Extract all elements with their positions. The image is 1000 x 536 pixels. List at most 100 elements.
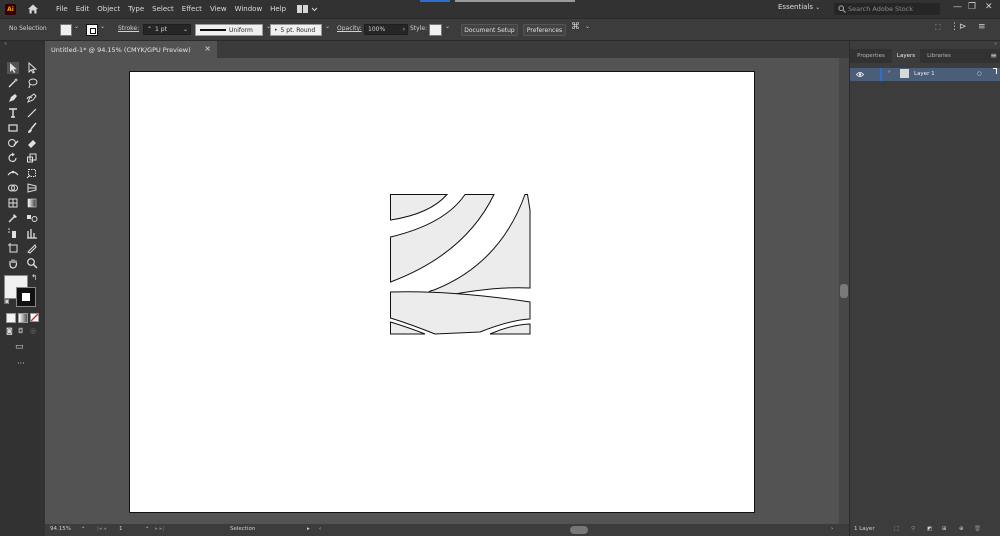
swap-colors-icon[interactable]: ↰ (31, 273, 38, 282)
opacity-field[interactable]: 100% › (364, 24, 408, 35)
horizontal-scroll-thumb[interactable] (570, 526, 588, 534)
selection-indicator[interactable] (993, 68, 997, 74)
menu-effect[interactable]: Effect (182, 5, 202, 13)
perspective-grid-icon[interactable] (26, 182, 38, 194)
gradient-mode-button[interactable] (18, 313, 28, 323)
close-icon[interactable]: × (204, 44, 211, 53)
scroll-left-icon[interactable]: ‹ (319, 526, 321, 532)
screen-mode-icon[interactable]: ▭ (15, 342, 24, 352)
scale-icon[interactable] (26, 152, 38, 164)
chevron-down-icon[interactable]: ⌄ (325, 23, 330, 30)
expand-layer-icon[interactable]: › (888, 69, 890, 75)
symbol-sprayer-icon[interactable] (7, 227, 19, 239)
eyedropper-icon[interactable] (7, 212, 19, 224)
stroke-color-box[interactable] (16, 287, 36, 307)
chevron-down-icon[interactable]: ⌄ (445, 23, 450, 30)
lasso-icon[interactable] (26, 77, 38, 89)
tab-properties[interactable]: Properties (852, 49, 890, 63)
rectangle-icon[interactable] (7, 122, 19, 134)
menu-window[interactable]: Window (235, 5, 263, 13)
direct-selection-tool-icon[interactable] (26, 62, 38, 74)
collapse-panel-icon[interactable]: » (994, 41, 997, 47)
edit-toolbar-icon[interactable]: ··· (17, 359, 25, 368)
stroke-swatch[interactable] (86, 24, 98, 36)
menu-view[interactable]: View (210, 5, 227, 13)
eye-icon[interactable] (856, 71, 864, 78)
stroke-label[interactable]: Stroke: (118, 25, 139, 32)
menu-object[interactable]: Object (97, 5, 120, 13)
document-tab[interactable]: Untitled-1* @ 94.15% (CMYK/GPU Preview) … (45, 41, 217, 58)
chevron-down-icon[interactable]: ⌄ (585, 23, 590, 30)
draw-normal-icon[interactable]: ◙ (6, 327, 13, 335)
magic-wand-icon[interactable] (7, 77, 19, 89)
zoom-icon[interactable] (26, 257, 38, 269)
fill-dropdown[interactable]: ⌄ (74, 23, 79, 30)
locate-object-icon[interactable]: ⚲ (911, 526, 915, 532)
shaper-icon[interactable] (7, 137, 19, 149)
rotate-icon[interactable] (7, 152, 19, 164)
pen-icon[interactable] (7, 92, 19, 104)
line-icon[interactable] (26, 107, 38, 119)
status-menu-icon[interactable]: ▸ (307, 526, 310, 532)
menu-help[interactable]: Help (270, 5, 286, 13)
menu-type[interactable]: Type (128, 5, 144, 13)
scroll-right-icon[interactable]: › (831, 526, 833, 532)
panel-menu-icon[interactable]: ≡ (990, 51, 997, 60)
zoom-level[interactable]: 94.15% (50, 526, 71, 532)
chevron-down-icon[interactable]: ⌄ (145, 524, 150, 530)
arrange-documents-button[interactable] (296, 3, 318, 15)
hand-icon[interactable] (7, 257, 19, 269)
artwork-band-1[interactable] (390, 194, 449, 221)
artboard-icon[interactable] (7, 242, 19, 254)
document-setup-button[interactable]: Document Setup (461, 24, 518, 36)
color-mode-button[interactable] (6, 313, 16, 323)
home-icon[interactable] (26, 2, 40, 16)
layer-row[interactable]: › Layer 1 ○ (850, 68, 1000, 81)
tab-layers[interactable]: Layers (892, 49, 920, 63)
type-icon[interactable] (7, 107, 19, 119)
artboard-number[interactable]: 1 (119, 526, 123, 532)
chevron-down-icon[interactable]: ⌄ (81, 524, 86, 530)
stroke-weight-field[interactable]: ⌃ 1 pt ⌄ (143, 24, 191, 35)
paintbrush-icon[interactable] (26, 122, 38, 134)
control-menu-icon[interactable]: ≡ (978, 22, 986, 32)
panel-options-icon[interactable]: ⋮⊳ (950, 22, 967, 32)
free-transform-icon[interactable] (26, 167, 38, 179)
clipping-mask-icon[interactable]: ◩ (927, 526, 932, 532)
preferences-button[interactable]: Preferences (523, 24, 566, 36)
opacity-label[interactable]: Opacity: (337, 25, 362, 32)
panel-arrange-icon[interactable]: ⛶ (935, 23, 941, 33)
vertical-scrollbar[interactable] (839, 58, 849, 524)
mesh-icon[interactable] (7, 197, 19, 209)
brush-dropdown[interactable]: • 5 pt. Round (270, 24, 322, 36)
eraser-icon[interactable] (26, 137, 38, 149)
graphic-style-swatch[interactable] (429, 24, 442, 36)
none-mode-icon[interactable] (30, 313, 39, 322)
default-colors-icon[interactable]: ▣ (4, 298, 10, 305)
column-graph-icon[interactable] (26, 227, 38, 239)
export-icon[interactable]: ⬚ (894, 526, 899, 532)
shape-builder-icon[interactable] (7, 182, 19, 194)
fill-swatch[interactable] (60, 24, 72, 36)
width-icon[interactable] (7, 167, 19, 179)
artwork-shapes[interactable] (390, 194, 534, 338)
align-icon[interactable]: ⌘ (571, 22, 580, 32)
new-layer-icon[interactable]: ⊕ (959, 526, 964, 532)
workspace-switcher[interactable]: Essentials ⌄ (778, 3, 820, 11)
last-artboard-icon[interactable]: ▸ ▸| (155, 526, 164, 532)
layer-name[interactable]: Layer 1 (914, 71, 935, 77)
canvas[interactable] (45, 58, 839, 524)
target-icon[interactable]: ○ (977, 71, 982, 77)
first-artboard-icon[interactable]: |◂ ◂ (97, 526, 106, 532)
draw-behind-icon[interactable]: ◘ (18, 327, 24, 335)
collapse-toolbar-icon[interactable]: « (4, 41, 7, 47)
menu-select[interactable]: Select (152, 5, 174, 13)
restore-button[interactable]: ❐ (968, 2, 976, 12)
close-window-button[interactable]: ✕ (985, 2, 993, 12)
menu-edit[interactable]: Edit (76, 5, 90, 13)
stroke-profile-dropdown[interactable]: Uniform (195, 24, 263, 36)
stroke-dropdown[interactable]: ⌄ (100, 23, 105, 30)
curvature-icon[interactable] (26, 92, 38, 104)
blend-icon[interactable] (26, 212, 38, 224)
gradient-icon[interactable] (26, 197, 38, 209)
